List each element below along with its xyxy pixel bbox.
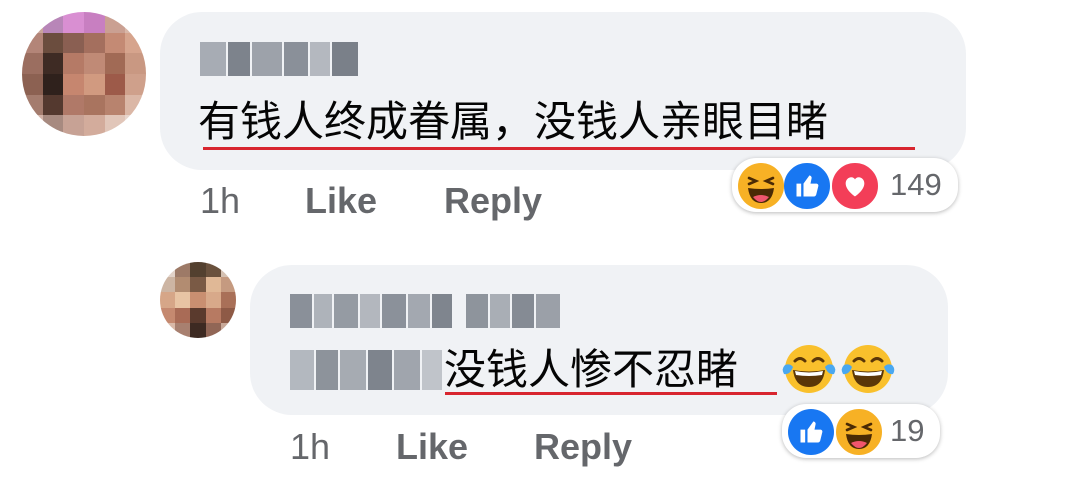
thumbs-up-icon bbox=[788, 409, 834, 455]
reply-commenter-avatar[interactable] bbox=[160, 262, 236, 338]
reply-timestamp[interactable]: 1h bbox=[290, 426, 330, 467]
reply-link[interactable]: Reply bbox=[444, 180, 542, 222]
reply-reply-link[interactable]: Reply bbox=[534, 426, 632, 468]
heart-icon bbox=[830, 161, 880, 211]
commenter-name-redacted[interactable] bbox=[200, 42, 358, 76]
text-underline-annotation bbox=[445, 392, 777, 395]
commenter-avatar[interactable] bbox=[22, 12, 146, 136]
reply-commenter-name-redacted[interactable] bbox=[290, 294, 560, 328]
reply-like-link[interactable]: Like bbox=[396, 426, 468, 468]
laughing-face-icon bbox=[834, 407, 884, 457]
tears-of-joy-icon bbox=[840, 341, 896, 397]
avatar-pixelated-image bbox=[22, 12, 146, 136]
text-underline-annotation bbox=[203, 147, 915, 150]
thumbs-up-icon bbox=[782, 161, 832, 211]
comment-meta: 1h bbox=[200, 180, 240, 222]
reaction-count: 19 bbox=[890, 413, 925, 448]
comment-timestamp[interactable]: 1h bbox=[200, 180, 240, 221]
comment-text: 有钱人终成眷属，没钱人亲眼目睹 bbox=[198, 97, 829, 146]
avatar-pixelated-image bbox=[160, 262, 236, 338]
reaction-summary[interactable]: 149 bbox=[732, 158, 958, 212]
reply-text: 没钱人惨不忍睹 bbox=[444, 345, 739, 394]
like-link[interactable]: Like bbox=[305, 180, 377, 222]
laughing-face-icon bbox=[738, 163, 784, 209]
reaction-count: 149 bbox=[890, 167, 942, 202]
reply-meta: 1h bbox=[290, 426, 330, 468]
tears-of-joy-icon bbox=[781, 341, 837, 397]
mentioned-name-redacted[interactable] bbox=[290, 350, 442, 390]
reply-reaction-summary[interactable]: 19 bbox=[782, 404, 940, 458]
